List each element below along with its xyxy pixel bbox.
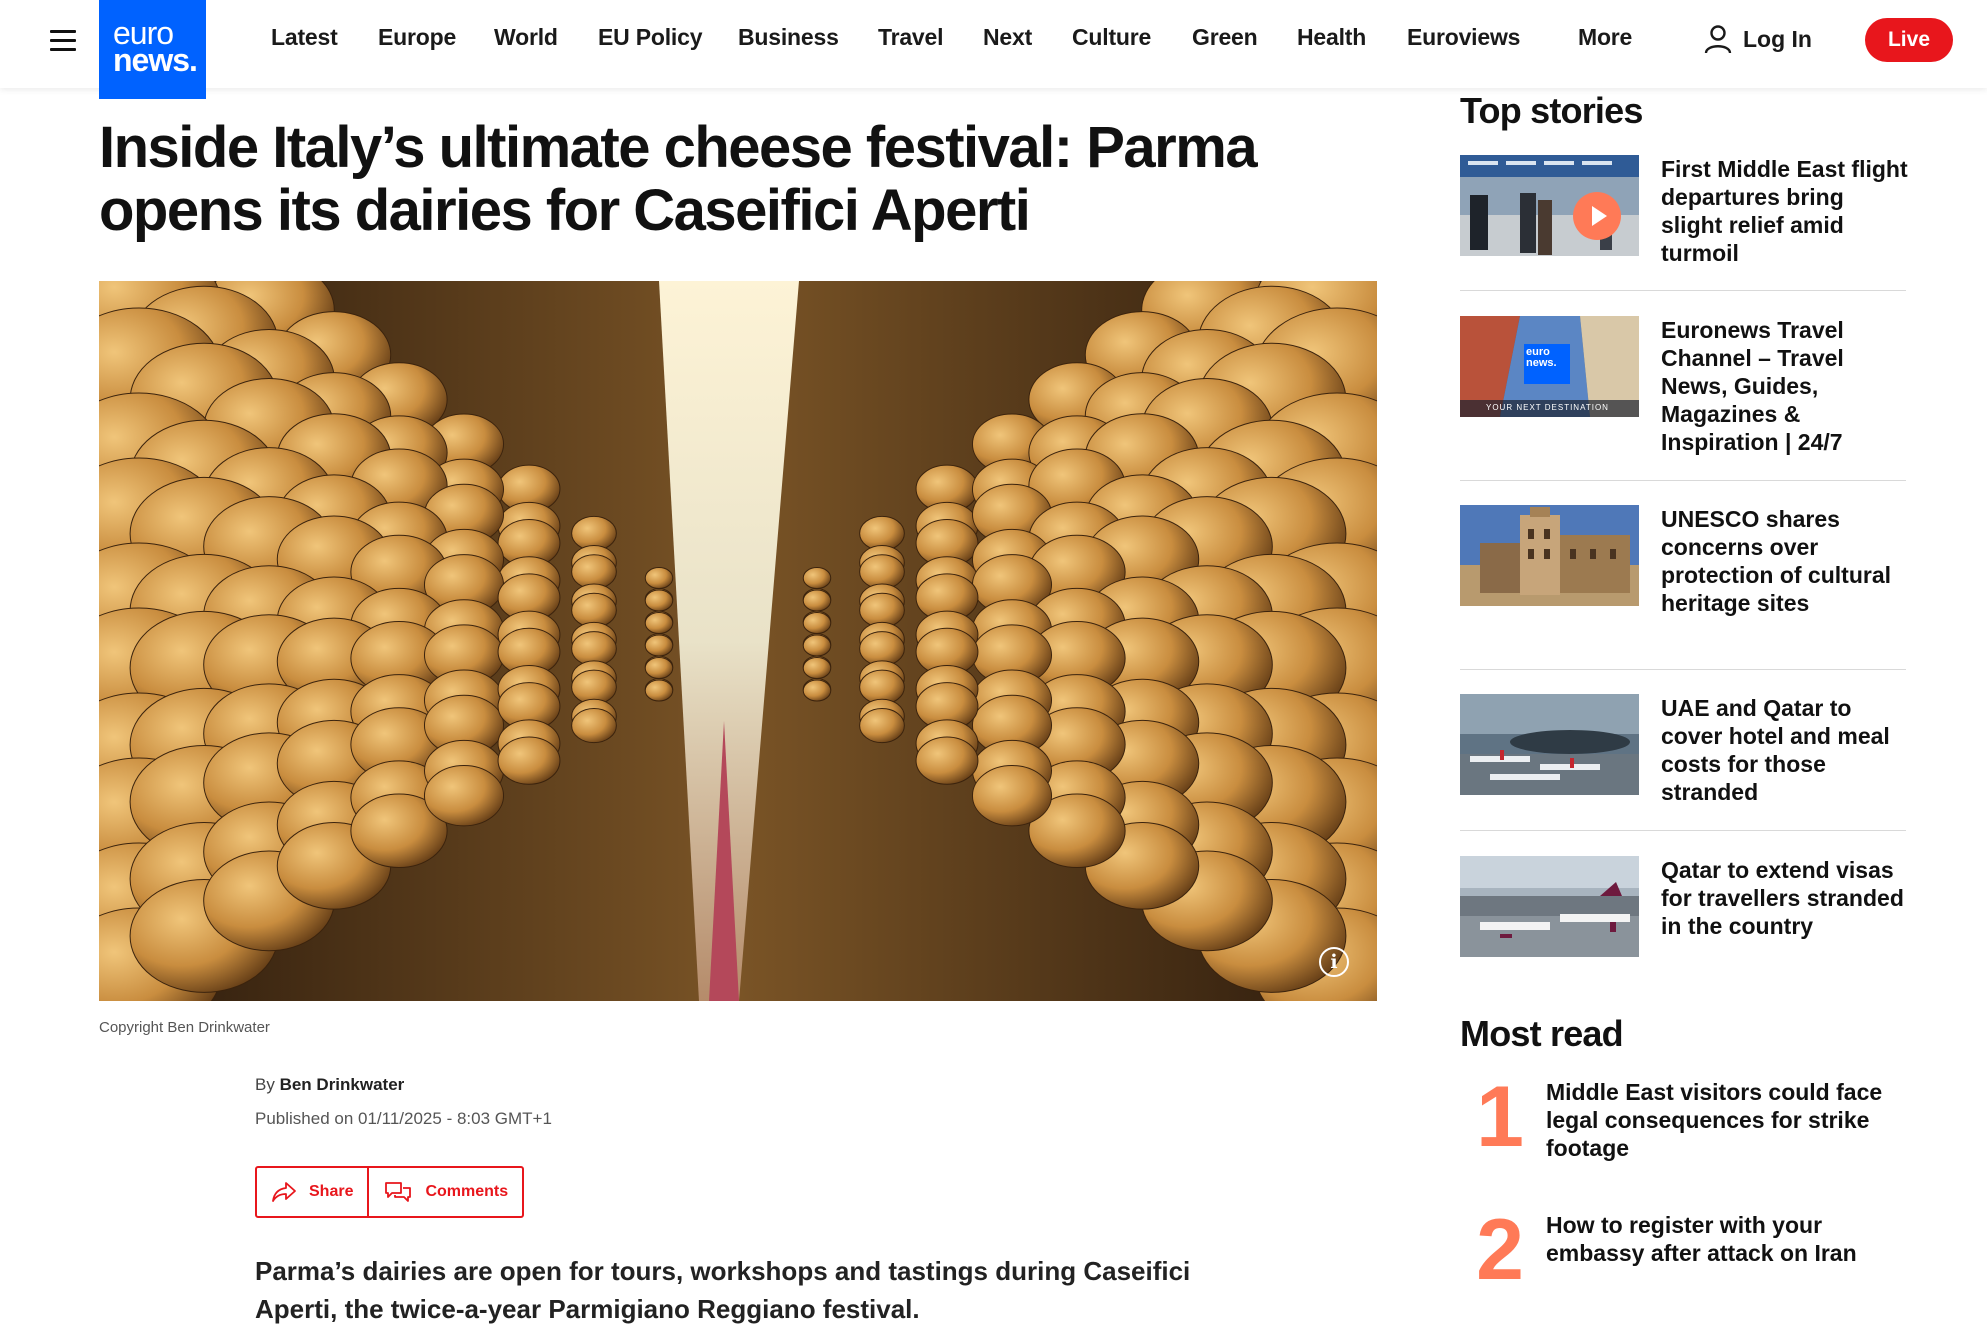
story-title[interactable]: Qatar to extend visas for travellers str…: [1661, 856, 1911, 940]
most-read-item[interactable]: 2 How to register with your embassy afte…: [1460, 1205, 1906, 1295]
hero-image[interactable]: i: [99, 281, 1377, 1001]
comments-label: Comments: [425, 1183, 509, 1200]
nav-more[interactable]: More: [1578, 24, 1632, 51]
thumb-logo-line2: news.: [1526, 357, 1557, 369]
divider: [1460, 830, 1906, 831]
nav-euroviews[interactable]: Euroviews: [1407, 24, 1520, 51]
nav-health[interactable]: Health: [1297, 24, 1366, 51]
article-actions: Share Comments: [255, 1166, 525, 1218]
share-icon: [272, 1182, 296, 1202]
nav-latest[interactable]: Latest: [271, 24, 338, 51]
most-read-title[interactable]: Middle East visitors could face legal co…: [1546, 1078, 1916, 1162]
story-title[interactable]: First Middle East flight departures brin…: [1661, 155, 1911, 267]
share-label: Share: [309, 1183, 354, 1200]
article-headline: Inside Italy’s ultimate cheese festival:…: [99, 116, 1399, 242]
most-read-item[interactable]: 1 Middle East visitors could face legal …: [1460, 1072, 1906, 1188]
author-link[interactable]: Ben Drinkwater: [280, 1075, 405, 1094]
nav-business[interactable]: Business: [738, 24, 839, 51]
rank-number: 2: [1476, 1202, 1524, 1298]
live-button[interactable]: Live: [1865, 18, 1953, 62]
top-story-item[interactable]: First Middle East flight departures brin…: [1460, 155, 1908, 295]
nav-green[interactable]: Green: [1192, 24, 1258, 51]
divider: [1460, 480, 1906, 481]
share-button[interactable]: Share: [257, 1168, 367, 1216]
nav-travel[interactable]: Travel: [878, 24, 943, 51]
top-story-item[interactable]: UNESCO shares concerns over protection o…: [1460, 505, 1906, 675]
headline-line2: opens its dairies for Caseifici Aperti: [99, 178, 1031, 243]
login-button[interactable]: Log In: [1703, 24, 1812, 54]
user-icon: [1704, 25, 1732, 54]
headline-line1: Inside Italy’s ultimate cheese festival:…: [99, 115, 1258, 180]
story-title[interactable]: UNESCO shares concerns over protection o…: [1661, 505, 1911, 617]
site-header: Latest Europe World EU Policy Business T…: [0, 0, 1987, 88]
byline: By Ben Drinkwater: [255, 1075, 404, 1095]
divider: [1460, 669, 1906, 670]
nav-europe[interactable]: Europe: [378, 24, 456, 51]
nav-culture[interactable]: Culture: [1072, 24, 1151, 51]
top-story-item[interactable]: UAE and Qatar to cover hotel and meal co…: [1460, 694, 1906, 834]
story-thumbnail: euro news. YOUR NEXT DESTINATION: [1460, 316, 1639, 417]
story-thumbnail: [1460, 694, 1639, 795]
play-icon[interactable]: [1573, 192, 1621, 240]
top-story-item[interactable]: euro news. YOUR NEXT DESTINATION Euronew…: [1460, 316, 1906, 486]
image-copyright: Copyright Ben Drinkwater: [99, 1019, 270, 1036]
euronews-logo[interactable]: euro news.: [99, 0, 206, 99]
rank-number: 1: [1476, 1069, 1524, 1165]
thumb-caption: YOUR NEXT DESTINATION: [1486, 403, 1609, 412]
story-thumbnail: [1460, 856, 1639, 957]
published-date: Published on 01/11/2025 - 8:03 GMT+1: [255, 1109, 552, 1128]
lead-line2: Aperti, the twice-a-year Parmigiano Regg…: [255, 1294, 920, 1324]
info-icon[interactable]: i: [1319, 947, 1349, 977]
article-lead: Parma’s dairies are open for tours, work…: [255, 1252, 1255, 1325]
nav-next[interactable]: Next: [983, 24, 1032, 51]
login-label: Log In: [1743, 25, 1812, 52]
story-title[interactable]: UAE and Qatar to cover hotel and meal co…: [1661, 694, 1911, 806]
divider: [1460, 290, 1906, 291]
top-story-item[interactable]: Qatar to extend visas for travellers str…: [1460, 856, 1906, 976]
most-read-title[interactable]: How to register with your embassy after …: [1546, 1211, 1916, 1267]
most-read-heading: Most read: [1460, 1013, 1624, 1054]
story-thumbnail: [1460, 505, 1639, 606]
logo-line2: news.: [113, 42, 198, 78]
comments-icon: [385, 1182, 412, 1202]
byline-prefix: By: [255, 1075, 275, 1094]
story-title[interactable]: Euronews Travel Channel – Travel News, G…: [1661, 316, 1911, 456]
nav-world[interactable]: World: [494, 24, 558, 51]
comments-button[interactable]: Comments: [367, 1168, 522, 1216]
cheese-warehouse-image: [99, 281, 1377, 1001]
menu-icon[interactable]: [50, 30, 76, 52]
lead-line1: Parma’s dairies are open for tours, work…: [255, 1256, 1191, 1286]
thumb-logo: euro news.: [1526, 347, 1557, 369]
top-stories-heading: Top stories: [1460, 90, 1643, 131]
nav-eu-policy[interactable]: EU Policy: [598, 24, 702, 51]
story-thumbnail: [1460, 155, 1639, 256]
